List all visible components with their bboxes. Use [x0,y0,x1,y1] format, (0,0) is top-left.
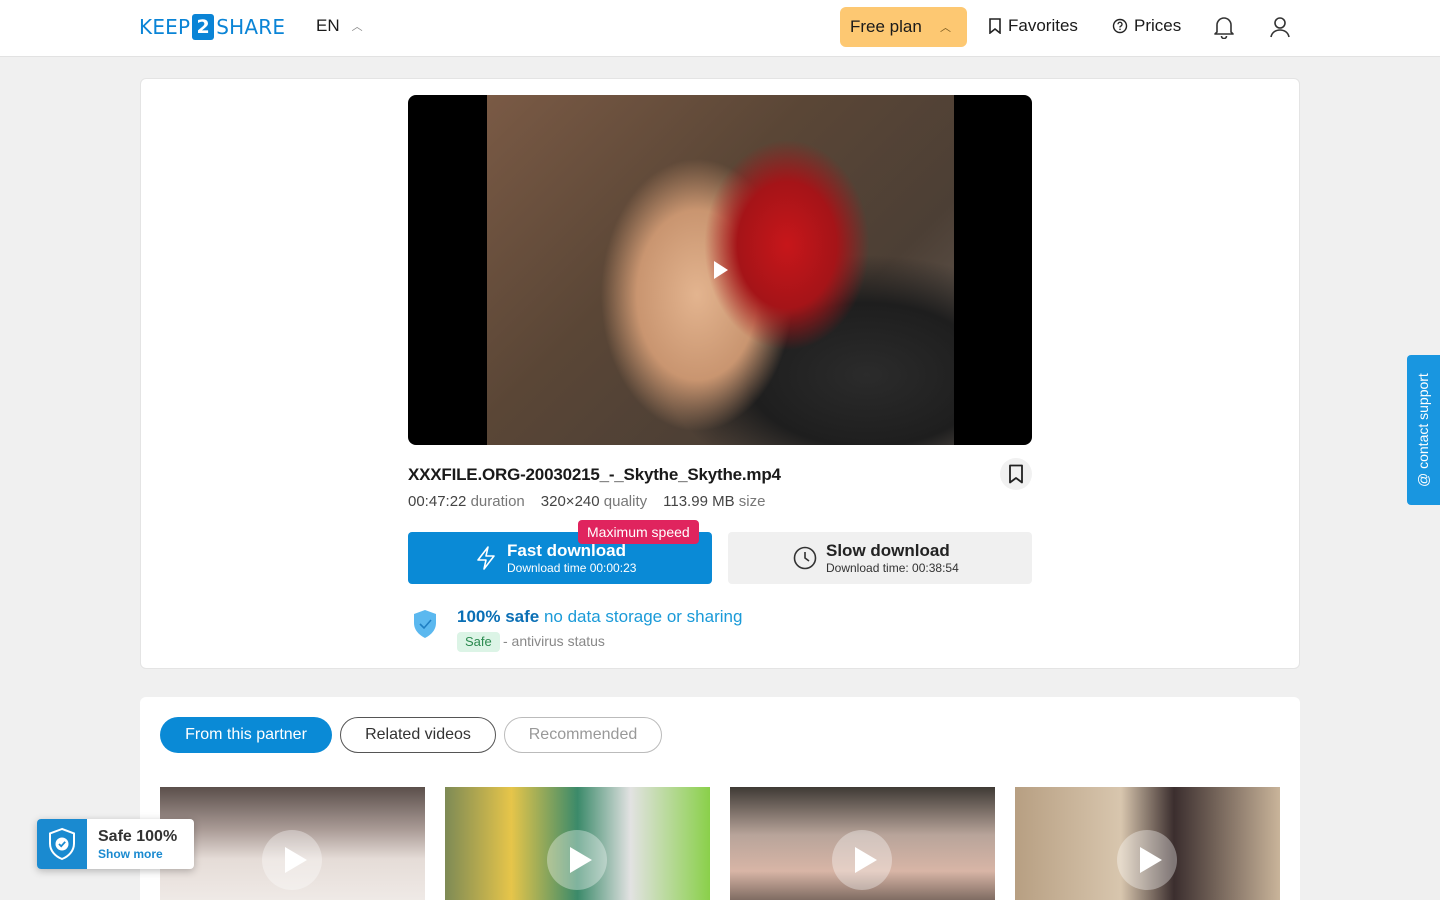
tab-recommended[interactable]: Recommended [504,717,662,753]
file-name: XXXFILE.ORG-20030215_-_Skythe_Skythe.mp4 [408,465,781,484]
antivirus-status-label: - antivirus status [503,633,605,649]
bookmark-icon [989,18,1001,34]
duration-label: duration [470,493,525,510]
quality-value: 320×240 [540,493,600,510]
favorites-label: Favorites [1008,16,1078,35]
file-meta: 00:47:22 duration 320×240 quality 113.99… [408,493,765,510]
user-icon[interactable] [1269,15,1291,39]
chevron-up-icon: ︿ [940,22,951,34]
slow-download-label: Slow download [826,541,950,560]
size-label: size [738,493,766,510]
antivirus-status-badge: Safe [457,632,500,652]
show-more-link[interactable]: Show more [98,847,163,861]
language-selector[interactable]: EN ︿ [316,16,363,36]
safety-text: no data storage or sharing [543,607,743,626]
slow-download-time: Download time: 00:38:54 [826,561,959,575]
contact-support-label: @ contact support [1415,373,1431,487]
logo-text-right: SHARE [216,15,286,39]
play-icon[interactable] [714,261,728,279]
video-thumbnail[interactable] [160,787,425,900]
duration-meta: 00:47:22 duration [408,493,525,510]
safety-statement: 100% safe no data storage or sharing [457,607,742,627]
logo-text-left: KEEP [139,15,191,39]
lightning-icon [477,546,495,570]
video-player[interactable] [408,95,1032,445]
quality-meta: 320×240 quality [541,493,647,510]
plan-dropdown[interactable]: Free plan ︿ [840,7,967,47]
plan-label: Free plan [850,17,922,36]
play-icon [262,830,322,890]
clock-icon [793,546,817,570]
size-meta: 113.99 MB size [663,493,765,510]
tab-from-this-partner[interactable]: From this partner [160,717,332,753]
file-card: XXXFILE.ORG-20030215_-_Skythe_Skythe.mp4… [140,78,1300,669]
fast-download-label: Fast download [507,541,626,560]
bell-icon[interactable] [1213,15,1235,39]
related-section: From this partner Related videos Recomme… [140,697,1300,900]
safety-bold: 100% safe [457,607,540,626]
bookmark-icon [1009,464,1023,484]
tab-related-videos[interactable]: Related videos [340,717,496,753]
size-value: 113.99 MB [663,493,735,510]
play-icon [1117,830,1177,890]
contact-support-tab[interactable]: @ contact support [1407,355,1440,505]
chevron-up-icon: ︿ [351,21,363,33]
slow-download-button[interactable]: Slow download Download time: 00:38:54 [728,532,1032,584]
safe-badge-title: Safe 100% [98,828,178,845]
safe-badge[interactable]: Safe 100% Show more [37,819,194,869]
prices-link[interactable]: Prices [1112,16,1181,36]
duration-value: 00:47:22 [408,493,467,510]
favorites-link[interactable]: Favorites [988,16,1078,36]
prices-label: Prices [1134,16,1182,35]
help-circle-icon [1112,18,1128,34]
video-thumbnail[interactable] [445,787,710,900]
video-thumbnail[interactable] [730,787,995,900]
shield-check-icon [37,819,87,869]
maximum-speed-badge: Maximum speed [578,520,699,544]
logo-number: 2 [192,14,215,40]
video-thumbnail[interactable] [1015,787,1280,900]
play-icon [547,830,607,890]
top-header: KEEP 2 SHARE EN ︿ Free plan ︿ Favorites Pr… [0,0,1440,57]
add-favorite-button[interactable] [1000,458,1032,490]
shield-check-icon [414,610,436,638]
quality-label: quality [603,493,648,510]
keep2share-logo[interactable]: KEEP 2 SHARE [139,14,285,40]
play-icon [832,830,892,890]
fast-download-time: Download time 00:00:23 [507,561,637,575]
language-label: EN [316,16,340,35]
